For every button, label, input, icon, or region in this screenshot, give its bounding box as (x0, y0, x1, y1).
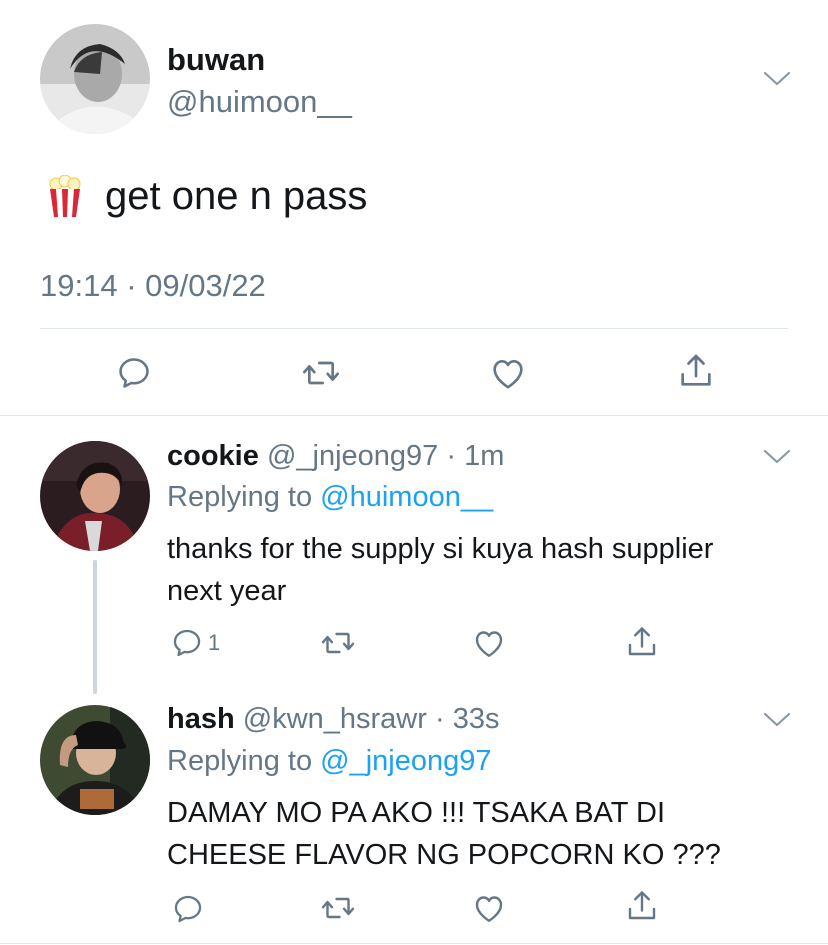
reply-icon[interactable] (168, 889, 208, 929)
dot-separator: · (438, 440, 465, 472)
reply-time[interactable]: 33s (453, 703, 500, 735)
author-handle[interactable]: @huimoon__ (167, 84, 352, 120)
chevron-down-icon[interactable] (762, 446, 792, 471)
tweet-text-content: get one n pass (105, 174, 368, 218)
divider (0, 415, 828, 416)
reply-display-name[interactable]: cookie (167, 440, 259, 472)
like-heart-icon[interactable] (469, 888, 509, 928)
replying-to-line: Replying to @huimoon__ (167, 481, 493, 514)
share-icon[interactable] (676, 351, 716, 391)
replying-to-label: Replying to (167, 745, 321, 777)
like-heart-icon[interactable] (488, 353, 528, 393)
tweet-text: get one n pass (47, 174, 367, 219)
retweet-icon[interactable] (318, 623, 358, 663)
reply-handle[interactable]: @_jnjeong97 (267, 440, 438, 472)
reply-handle[interactable]: @kwn_hsrawr (243, 703, 427, 735)
dot-separator: · (426, 703, 453, 735)
replying-to-link[interactable]: @_jnjeong97 (320, 745, 491, 777)
reply-text-line: DAMAY MO PA AKO !!! TSAKA BAT DI (167, 797, 665, 829)
reply-text: thanks for the supply si kuya hash suppl… (167, 528, 797, 612)
popcorn-icon (47, 174, 83, 219)
author-avatar[interactable] (40, 24, 150, 134)
retweet-icon[interactable] (301, 353, 341, 393)
retweet-icon[interactable] (318, 888, 358, 928)
reply-count: 1 (208, 630, 221, 655)
like-heart-icon[interactable] (469, 623, 509, 663)
reply-icon (173, 629, 201, 657)
share-icon[interactable] (622, 886, 662, 926)
divider (0, 943, 828, 944)
reply-time[interactable]: 1m (464, 440, 504, 472)
author-display-name[interactable]: buwan (167, 42, 265, 78)
replying-to-label: Replying to (167, 481, 321, 513)
reply-text: DAMAY MO PA AKO !!! TSAKA BAT DI CHEESE … (167, 792, 797, 876)
replying-to-line: Replying to @_jnjeong97 (167, 745, 492, 778)
thread-connector-line (93, 560, 97, 694)
reply-author-avatar[interactable] (40, 441, 150, 551)
reply-header: cookie @_jnjeong97 · 1m (167, 440, 504, 473)
share-icon[interactable] (622, 622, 662, 662)
reply-icon[interactable] (114, 353, 154, 393)
divider (40, 328, 788, 329)
chevron-down-icon[interactable] (762, 68, 792, 93)
tweet-timestamp[interactable]: 19:14 · 09/03/22 (40, 268, 266, 304)
reply-text-line: thanks for the supply si kuya hash suppl… (167, 533, 714, 565)
replying-to-link[interactable]: @huimoon__ (320, 481, 493, 513)
reply-text-line: next year (167, 575, 287, 607)
reply-author-avatar[interactable] (40, 705, 150, 815)
reply-display-name[interactable]: hash (167, 703, 235, 735)
reply-button[interactable]: 1 (170, 626, 220, 660)
chevron-down-icon[interactable] (762, 709, 792, 734)
reply-text-line: CHEESE FLAVOR NG POPCORN KO ??? (167, 839, 721, 871)
reply-header: hash @kwn_hsrawr · 33s (167, 703, 499, 736)
